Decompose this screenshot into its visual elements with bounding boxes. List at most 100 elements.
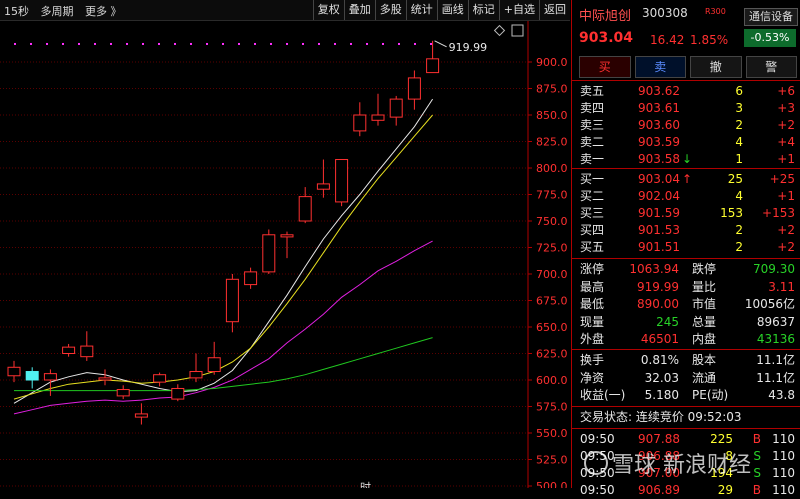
y-tick-label: 700.0 <box>536 268 568 281</box>
ask-row[interactable]: 卖五 903.62 6 +6 <box>572 83 800 100</box>
tick-row[interactable]: 09:50 906.89 29 B 110 <box>572 482 800 499</box>
mark-button[interactable]: 标记 <box>467 0 499 20</box>
reference-dot <box>110 42 112 45</box>
ask-volume: 6 <box>735 84 743 98</box>
draw-line-button[interactable]: 画线 <box>436 0 468 20</box>
tick-count: 110 <box>772 449 795 463</box>
ask-row[interactable]: 卖二 903.59 4 +4 <box>572 134 800 151</box>
bid-row[interactable]: 买二 902.04 4 +1 <box>572 188 800 205</box>
reference-dot <box>78 42 80 45</box>
candle-body-up <box>371 114 385 121</box>
candle-body-up <box>62 346 76 355</box>
reference-dot <box>14 42 16 45</box>
candle-body-up <box>426 58 440 74</box>
bid-row[interactable]: 买五 901.51 2 +2 <box>572 239 800 256</box>
candle-body-up <box>207 357 221 373</box>
bid-price: 901.51 <box>638 240 680 254</box>
ask-label: 卖一 <box>580 152 605 166</box>
stat-value: 10056亿 <box>744 297 795 311</box>
bid-price: 901.59 <box>638 206 680 220</box>
stat-label: 净资 <box>580 370 605 385</box>
ask-price: 903.59 <box>638 135 680 149</box>
candlestick-chart-area[interactable]: 900.0 875.0 850.0 825.0 800.0 775.0 750.0 725.0… <box>0 21 570 488</box>
price-change: 16.42 <box>650 33 685 47</box>
bid-delta: +2 <box>777 240 795 254</box>
period-selector: 15秒 多周期 更多 》 <box>4 3 130 19</box>
reference-dot <box>318 42 320 45</box>
buy-button[interactable]: 买 <box>579 56 631 78</box>
sector-button[interactable]: 通信设备 <box>744 8 798 26</box>
reference-dot <box>142 42 144 45</box>
price-change-percent: 1.85% <box>690 33 729 47</box>
ask-row[interactable]: 卖一 903.58 ↓ 1 +1 <box>572 151 800 168</box>
bid-row[interactable]: 买四 901.53 2 +2 <box>572 222 800 239</box>
reference-dot <box>46 42 48 45</box>
period-15s[interactable]: 15秒 <box>4 5 29 18</box>
candle-body-up <box>335 159 349 203</box>
diamond-icon <box>493 24 506 37</box>
high-price-label: 919.99 <box>449 41 488 54</box>
reference-dot <box>158 42 160 45</box>
stat-row: 最高 919.99 量比 3.11 <box>572 279 800 296</box>
tick-flag: S <box>753 449 761 463</box>
bid-row[interactable]: 买三 901.59 153 +153 <box>572 205 800 222</box>
tick-row[interactable]: 09:50 907.88 225 B 110 <box>572 431 800 448</box>
fundamental-row: 净资 32.03 流通 11.1亿 <box>572 370 800 387</box>
restore-rights-button[interactable]: 复权 <box>312 0 344 20</box>
candle-body-up <box>116 389 130 397</box>
fundamental-row: 收益(一) 5.180 PE(动) 43.8 <box>572 387 800 404</box>
y-tick-label: 850.0 <box>536 109 568 122</box>
candle-body-down <box>25 371 39 381</box>
y-tick-label: 525.0 <box>536 454 568 467</box>
candle-body-up <box>43 373 57 381</box>
bid-row[interactable]: 买一 903.04 ↑ 25 +25 <box>572 171 800 188</box>
stat-label: 量比 <box>692 279 717 294</box>
stat-value: 0.81% <box>640 353 679 367</box>
ask-row[interactable]: 卖四 903.61 3 +3 <box>572 100 800 117</box>
reference-dot <box>334 42 336 45</box>
stat-label: 内盘 <box>692 332 717 346</box>
back-button[interactable]: 返回 <box>539 0 570 20</box>
reference-dot <box>30 42 32 45</box>
overlay-button[interactable]: 叠加 <box>343 0 375 20</box>
stat-label: PE(动) <box>692 388 729 402</box>
ask-delta: +6 <box>777 84 795 98</box>
divider <box>572 406 800 407</box>
tick-price: 907.88 <box>638 432 680 446</box>
moving-average-line <box>13 114 433 400</box>
candle-body-up <box>262 234 276 273</box>
stat-value: 1063.94 <box>629 262 679 276</box>
stat-label: 换手 <box>580 353 605 367</box>
tick-count: 110 <box>772 466 795 480</box>
candle-body-up <box>353 114 367 132</box>
tick-flag: S <box>753 466 761 480</box>
statistics-button[interactable]: 统计 <box>405 0 437 20</box>
ask-label: 卖四 <box>580 101 605 115</box>
stat-label: 涨停 <box>580 262 605 276</box>
stat-label: 最高 <box>580 279 605 294</box>
candle-body-up <box>189 371 203 379</box>
add-watchlist-button[interactable]: +自选 <box>498 0 539 20</box>
cancel-order-button[interactable]: 撤 <box>690 56 742 78</box>
candle-body-up <box>407 77 421 100</box>
stat-value: 890.00 <box>637 297 679 311</box>
ask-label: 卖三 <box>580 118 605 132</box>
multi-stock-button[interactable]: 多股 <box>374 0 406 20</box>
stat-value: 3.11 <box>768 279 795 294</box>
sell-button[interactable]: 卖 <box>634 56 686 78</box>
stat-label: 跌停 <box>692 262 717 276</box>
reference-dot <box>382 42 384 45</box>
watermark: 雪球 新浪财经 <box>584 447 751 479</box>
stat-label: 流通 <box>692 370 717 385</box>
more-menu[interactable]: 更多 》 <box>85 5 122 18</box>
ask-row[interactable]: 卖三 903.60 2 +2 <box>572 117 800 134</box>
reference-dot <box>398 42 400 45</box>
candle-body-up <box>134 413 148 418</box>
y-tick-label: 725.0 <box>536 242 568 255</box>
y-tick-label: 500.0 <box>536 480 568 488</box>
bid-volume: 153 <box>720 206 743 220</box>
candlestick-chart[interactable]: 900.0 875.0 850.0 825.0 800.0 775.0 750.0 725.0… <box>0 21 570 488</box>
multi-period[interactable]: 多周期 <box>41 5 74 18</box>
alert-button[interactable]: 警 <box>745 56 797 78</box>
stat-value: 43.8 <box>768 388 795 402</box>
